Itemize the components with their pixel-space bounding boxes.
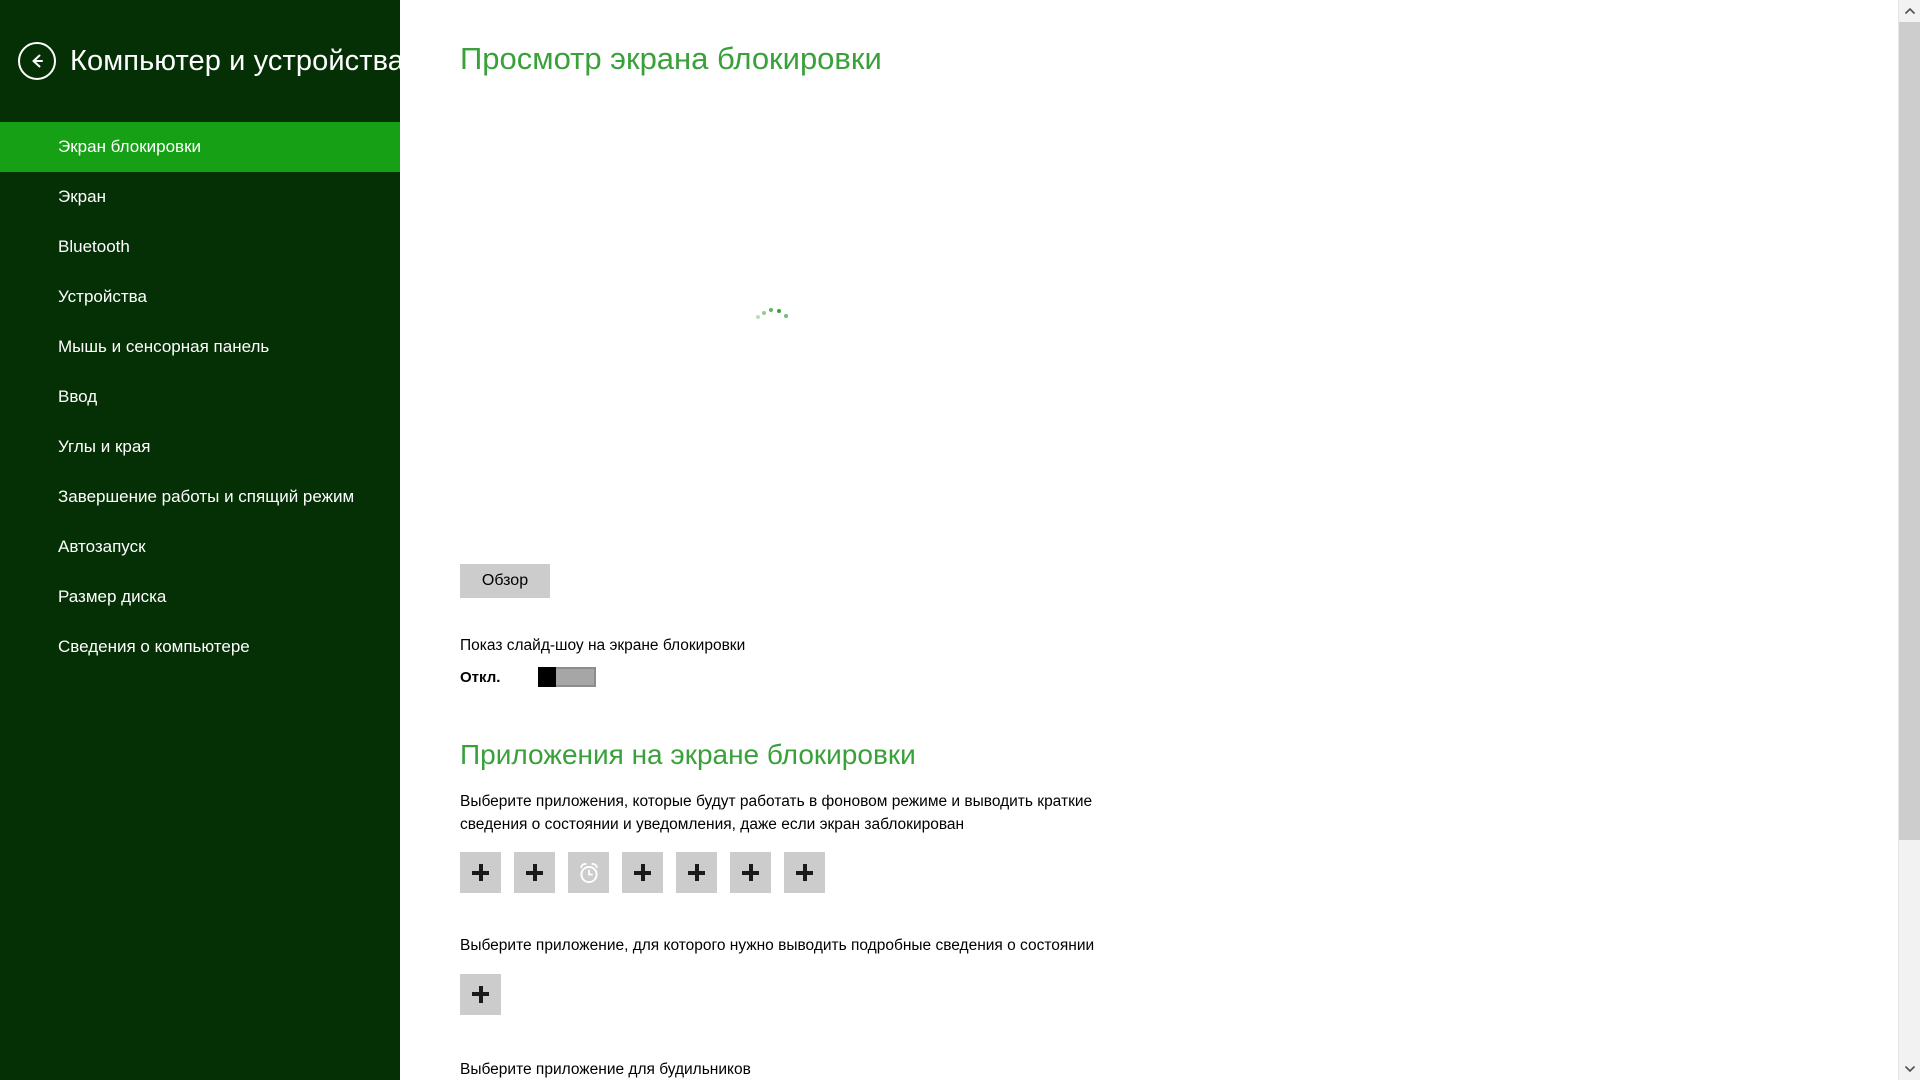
slideshow-toggle-state: Откл.	[460, 668, 501, 686]
sidebar-item-label: Ввод	[58, 387, 98, 406]
sidebar-item-label: Сведения о компьютере	[58, 637, 250, 656]
slideshow-label: Показ слайд-шоу на экране блокировки	[460, 637, 746, 655]
sidebar-item-label: Экран	[58, 187, 106, 206]
scrollbar-track[interactable]	[1898, 22, 1920, 1058]
content-page-title: Просмотр экрана блокировки	[460, 41, 882, 76]
sidebar-item-label: Экран блокировки	[58, 137, 202, 156]
sidebar-item-bluetooth[interactable]: Bluetooth	[0, 222, 400, 272]
add-app-tile[interactable]	[460, 852, 501, 894]
detailed-status-description: Выберите приложение, для которого нужно …	[460, 937, 1095, 955]
sidebar-header: Компьютер и устройства	[0, 0, 429, 122]
apps-section-title: Приложения на экране блокировки	[460, 739, 916, 771]
pc-settings-window: Компьютер и устройства Экран блокировки …	[0, 0, 1920, 1080]
sidebar-item-label: Завершение работы и спящий режим	[58, 487, 355, 506]
browse-button[interactable]: Обзор	[460, 564, 550, 599]
lock-screen-preview[interactable]	[460, 94, 1120, 564]
add-app-tile[interactable]	[730, 852, 771, 894]
add-app-tile[interactable]	[514, 852, 555, 894]
chevron-down-icon[interactable]	[1898, 1058, 1920, 1080]
alarm-app-tile[interactable]	[568, 852, 609, 894]
alarm-clock-icon	[579, 862, 598, 883]
plus-icon	[634, 864, 651, 882]
plus-icon	[526, 864, 543, 882]
sidebar-item-pc-info[interactable]: Сведения о компьютере	[0, 622, 400, 672]
back-arrow-icon[interactable]	[18, 42, 56, 80]
vertical-scrollbar[interactable]	[1898, 0, 1920, 1080]
add-app-tile[interactable]	[622, 852, 663, 894]
plus-icon	[472, 985, 489, 1003]
sidebar-item-disk-space[interactable]: Размер диска	[0, 572, 400, 622]
sidebar-item-label: Мышь и сенсорная панель	[58, 337, 270, 356]
sidebar-item-lock-screen[interactable]: Экран блокировки	[0, 122, 400, 172]
sidebar: Компьютер и устройства Экран блокировки …	[0, 0, 429, 1080]
loading-spinner-icon	[756, 306, 790, 328]
slideshow-toggle-row: Откл.	[460, 667, 1920, 688]
sidebar-item-corners-edges[interactable]: Углы и края	[0, 422, 400, 472]
scrollbar-thumb[interactable]	[1898, 22, 1920, 841]
sidebar-item-power-sleep[interactable]: Завершение работы и спящий режим	[0, 472, 400, 522]
plus-icon	[688, 864, 705, 882]
sidebar-item-display[interactable]: Экран	[0, 172, 400, 222]
slideshow-toggle[interactable]	[538, 667, 596, 688]
plus-icon	[796, 864, 813, 882]
sidebar-item-label: Устройства	[58, 287, 147, 306]
sidebar-item-label: Bluetooth	[58, 237, 130, 256]
alarms-description: Выберите приложение для будильников	[460, 1060, 751, 1078]
detailed-status-tiles	[460, 973, 1920, 1015]
quick-status-tiles	[460, 852, 1920, 894]
sidebar-item-devices[interactable]: Устройства	[0, 272, 400, 322]
sidebar-item-typing[interactable]: Ввод	[0, 372, 400, 422]
add-app-tile[interactable]	[676, 852, 717, 894]
content-pane: Просмотр экрана блокировки Обзор Показ с…	[400, 0, 1920, 1080]
add-app-tile[interactable]	[460, 973, 501, 1015]
toggle-thumb	[538, 667, 556, 688]
sidebar-item-label: Углы и края	[58, 437, 151, 456]
chevron-up-icon[interactable]	[1898, 0, 1920, 22]
add-app-tile[interactable]	[784, 852, 825, 894]
plus-icon	[742, 864, 759, 882]
sidebar-nav: Экран блокировки Экран Bluetooth Устройс…	[0, 122, 400, 672]
sidebar-item-mouse-touchpad[interactable]: Мышь и сенсорная панель	[0, 322, 400, 372]
sidebar-item-label: Автозапуск	[58, 537, 146, 556]
page-title: Компьютер и устройства	[70, 44, 405, 77]
quick-status-description: Выберите приложения, которые будут работ…	[460, 793, 1093, 833]
plus-icon	[472, 864, 489, 882]
sidebar-item-autoplay[interactable]: Автозапуск	[0, 522, 400, 572]
sidebar-item-label: Размер диска	[58, 587, 167, 606]
